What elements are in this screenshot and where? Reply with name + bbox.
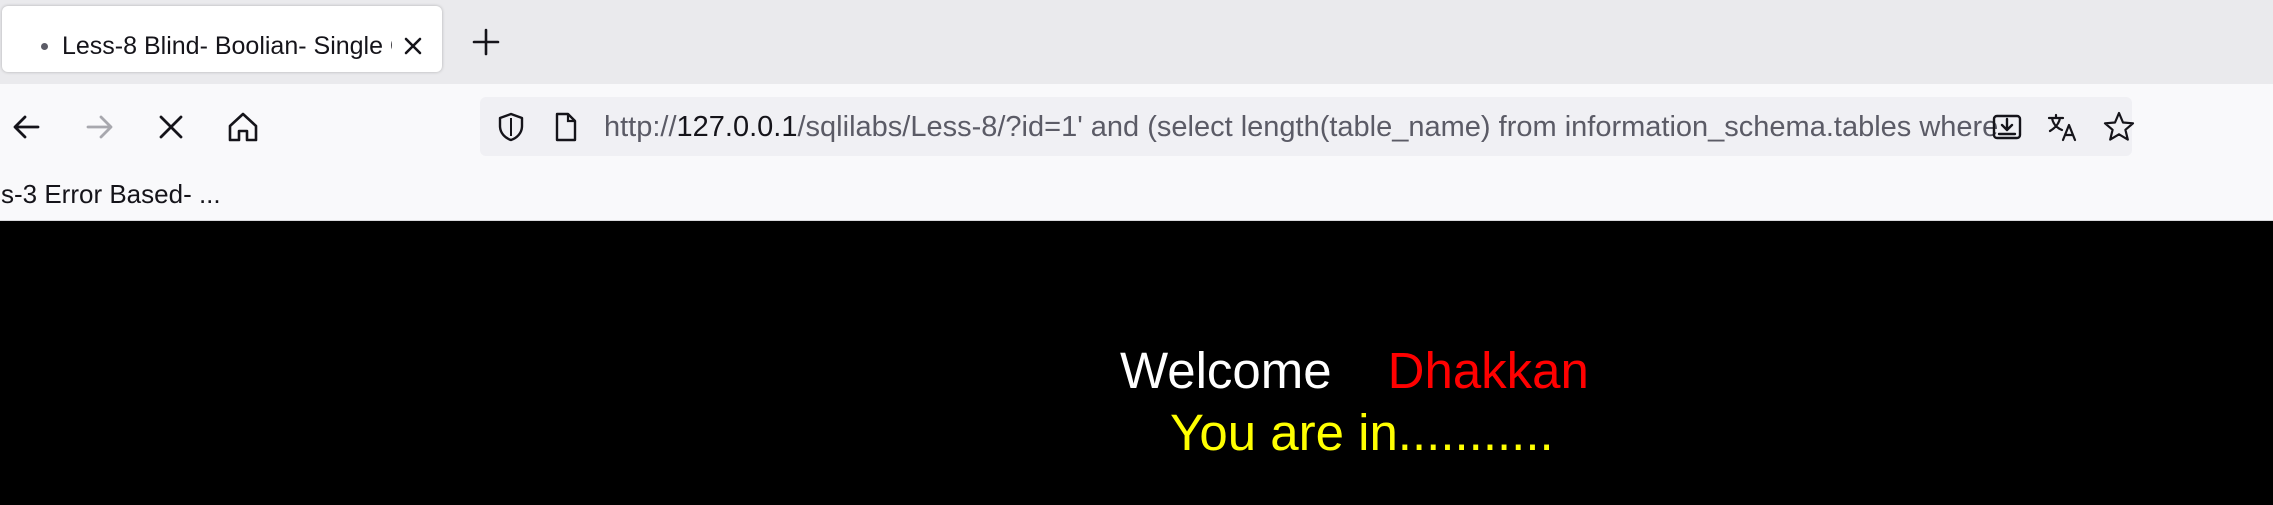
url-text[interactable]: http://127.0.0.1/sqlilabs/Less-8/?id=1' … bbox=[604, 106, 2004, 148]
page-content: Welcome Dhakkan You are in........... bbox=[0, 221, 2273, 505]
welcome-line: Welcome Dhakkan bbox=[1120, 339, 1589, 403]
shield-icon[interactable] bbox=[494, 110, 528, 144]
bookmarks-toolbar: ss-3 Error Based- ... bbox=[0, 170, 2273, 221]
navigation-toolbar: http://127.0.0.1/sqlilabs/Less-8/?id=1' … bbox=[0, 84, 2273, 170]
welcome-label: Welcome bbox=[1120, 342, 1332, 399]
stop-loading-icon[interactable] bbox=[148, 104, 194, 150]
url-scheme: http:// bbox=[604, 111, 677, 143]
url-path: /sqlilabs/Less-8/?id=1' and (select leng… bbox=[797, 111, 2005, 143]
plus-icon[interactable] bbox=[466, 22, 506, 62]
arrow-left-icon[interactable] bbox=[4, 104, 50, 150]
download-icon[interactable] bbox=[1990, 110, 2024, 144]
url-bar[interactable]: http://127.0.0.1/sqlilabs/Less-8/?id=1' … bbox=[480, 97, 2135, 156]
home-icon[interactable] bbox=[220, 104, 266, 150]
tab-loading-indicator bbox=[41, 43, 48, 50]
url-host: 127.0.0.1 bbox=[676, 111, 798, 143]
tab-active[interactable]: Less-8 Blind- Boolian- Single Quotes- St… bbox=[2, 6, 442, 72]
tab-title: Less-8 Blind- Boolian- Single Quotes- St… bbox=[62, 32, 392, 60]
translate-icon[interactable] bbox=[2046, 110, 2080, 144]
close-icon[interactable] bbox=[394, 27, 432, 65]
status-message: You are in........... bbox=[1170, 404, 1554, 461]
bookmark-item[interactable]: ss-3 Error Based- ... bbox=[0, 176, 221, 212]
arrow-right-icon bbox=[76, 104, 122, 150]
tab-strip: Less-8 Blind- Boolian- Single Quotes- St… bbox=[0, 0, 2273, 84]
page-info-icon[interactable] bbox=[548, 110, 582, 144]
star-icon[interactable] bbox=[2102, 110, 2136, 144]
user-name: Dhakkan bbox=[1387, 342, 1589, 399]
